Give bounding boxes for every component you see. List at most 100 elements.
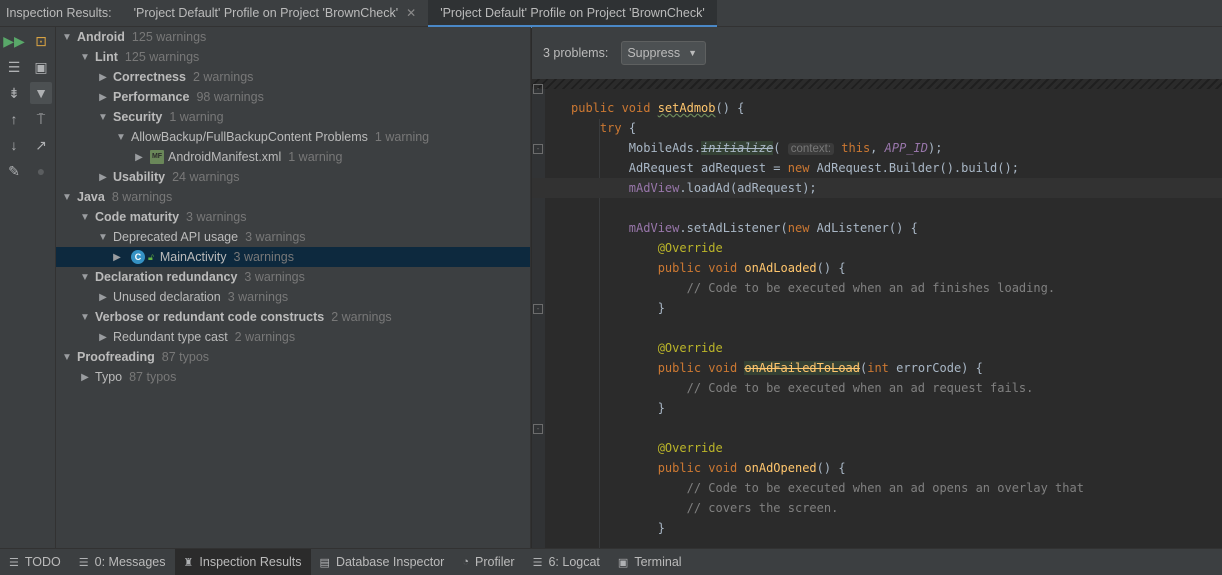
fold-icon[interactable]: - [533,424,543,434]
code-line: // Code to be executed when an ad reques… [686,381,1034,395]
code-preview[interactable]: - - - - public void setAdmob() { try { M… [532,79,1222,548]
database-icon: ▤ [319,556,330,569]
rerun-icon[interactable]: ▶▶ [3,30,25,52]
logcat-icon: ☰ [532,556,543,569]
inspection-results-title: Inspection Results: [6,6,112,20]
tab-inspection-results[interactable]: ♜ Inspection Results [174,549,311,575]
chevron-down-icon[interactable]: ▼ [78,52,92,63]
tab-database-inspector[interactable]: ▤ Database Inspector [311,549,454,575]
chevron-right-icon[interactable]: ▶ [110,252,124,263]
class-icon: C [131,250,145,264]
expand-all-icon[interactable]: ☰ [3,56,25,78]
tab-profiler[interactable]: ◔ Profiler [453,549,523,575]
chevron-right-icon[interactable]: ▶ [132,152,146,163]
tree-node-performance[interactable]: ▶ Performance 98 warnings [56,87,530,107]
lightbulb-icon: ● [36,163,46,179]
tree-node-declaration-redundancy[interactable]: ▼ Declaration redundancy 3 warnings [56,267,530,287]
tree-node-androidmanifest[interactable]: ▶ MF AndroidManifest.xml 1 warning [56,147,530,167]
chevron-right-icon[interactable]: ▶ [96,172,110,183]
list-icon: ☰ [9,556,19,569]
code-line: public void onAdFailedToLoad(int errorCo… [657,361,983,375]
preview-icon[interactable]: ▣ [30,56,52,78]
code-line: try { [599,121,637,135]
chevron-right-icon[interactable]: ▶ [96,72,110,83]
code-line: // covers the screen. [686,501,839,515]
chevron-down-icon[interactable]: ▼ [60,192,74,203]
tab-label: 'Project Default' Profile on Project 'Br… [133,6,399,20]
code-line: @Override [657,341,723,355]
xml-file-icon: MF [150,150,164,164]
tab-messages[interactable]: ☰ 0: Messages [70,549,175,575]
tree-node-security[interactable]: ▼ Security 1 warning [56,107,530,127]
code-line: MobileAds.initialize( context: this, APP… [571,141,943,155]
profiler-icon: ◔ [462,556,469,568]
tree-node-proofreading[interactable]: ▼ Proofreading 87 typos [56,347,530,367]
tab-profile-2[interactable]: 'Project Default' Profile on Project 'Br… [428,0,717,28]
export-icon[interactable]: ⊡ [30,30,52,52]
code-line: @Override [657,441,723,455]
tear-line [532,79,1222,89]
inspection-toolbar: ▶▶ ⊡ ☰ ▣ ⇟ ▼ ↑ ⍑ ↓ ↗ ✎ ● [0,27,56,548]
fold-icon[interactable]: - [533,304,543,314]
fold-icon[interactable]: - [533,144,543,154]
code-line: public void onAdOpened() { [657,461,846,475]
chevron-down-icon[interactable]: ▼ [96,232,110,243]
suppress-label: Suppress [627,46,681,60]
code-line: public void setAdmob() { [571,101,745,115]
code-line: @Override [657,241,723,255]
suppress-dropdown[interactable]: Suppress ▼ [621,41,707,65]
collapse-all-icon[interactable]: ⇟ [3,82,25,104]
code-line-current: mAdView.loadAd(adRequest); [532,178,1222,198]
chevron-down-icon[interactable]: ▼ [60,32,74,43]
tab-todo[interactable]: ☰ TODO [0,549,70,575]
code-line: } [571,401,665,415]
messages-icon: ☰ [78,556,89,569]
tree-node-lint[interactable]: ▼ Lint 125 warnings [56,47,530,67]
tree-node-verbose-code[interactable]: ▼ Verbose or redundant code constructs 2 … [56,307,530,327]
code-line: // Code to be executed when an ad opens … [686,481,1084,495]
next-icon[interactable]: ↓ [3,134,25,156]
filter-icon[interactable]: ▼ [30,82,52,104]
tree-node-java[interactable]: ▼ Java 8 warnings [56,187,530,207]
tree-node-unused-declaration[interactable]: ▶ Unused declaration 3 warnings [56,287,530,307]
settings-icon[interactable]: ✎ [3,160,25,182]
tree-node-usability[interactable]: ▶ Usability 24 warnings [56,167,530,187]
tree-node-mainactivity[interactable]: ▶ C 🔓︎ MainActivity 3 warnings [56,247,530,267]
tree-node-code-maturity[interactable]: ▼ Code maturity 3 warnings [56,207,530,227]
problems-header: 3 problems: Suppress ▼ [532,27,1222,79]
chevron-down-icon[interactable]: ▼ [78,272,92,283]
code-line: } [571,301,665,315]
chevron-right-icon[interactable]: ▶ [78,372,92,383]
lock-icon: 🔓︎ [148,251,154,262]
tab-terminal[interactable]: ▣ Terminal [609,549,691,575]
chevron-right-icon[interactable]: ▶ [96,92,110,103]
autoscroll-icon[interactable]: ⍑ [30,108,52,130]
chevron-down-icon[interactable]: ▼ [96,112,110,123]
chevron-down-icon[interactable]: ▼ [78,212,92,223]
tree-node-allowbackup[interactable]: ▼ AllowBackup/FullBackupContent Problems… [56,127,530,147]
tree-node-deprecated-api[interactable]: ▼ Deprecated API usage 3 warnings [56,227,530,247]
tree-node-redundant-cast[interactable]: ▶ Redundant type cast 2 warnings [56,327,530,347]
tab-label: 'Project Default' Profile on Project 'Br… [440,6,705,20]
tree-node-typo[interactable]: ▶ Typo 87 typos [56,367,530,387]
tree-node-correctness[interactable]: ▶ Correctness 2 warnings [56,67,530,87]
tree-node-android[interactable]: ▼ Android 125 warnings [56,27,530,47]
chevron-down-icon[interactable]: ▼ [114,132,128,143]
chevron-down-icon[interactable]: ▼ [60,352,74,363]
open-source-icon[interactable]: ↗ [30,134,52,156]
inspection-tab-bar: Inspection Results: 'Project Default' Pr… [0,0,1222,28]
tab-profile-1[interactable]: 'Project Default' Profile on Project 'Br… [122,0,429,27]
code-line: mAdView.setAdListener(new AdListener() { [628,221,918,235]
close-icon[interactable]: ✕ [406,6,416,20]
caret-down-icon: ▼ [688,48,698,58]
code-line: public void onAdLoaded() { [657,261,846,275]
tool-window-bar: ☰ TODO ☰ 0: Messages ♜ Inspection Results ▤… [0,548,1222,575]
chevron-down-icon[interactable]: ▼ [78,312,92,323]
fold-icon[interactable]: - [533,84,543,94]
code-line: } [571,521,665,535]
chevron-right-icon[interactable]: ▶ [96,332,110,343]
previous-icon[interactable]: ↑ [3,108,25,130]
inspection-icon: ♜ [183,556,194,569]
tab-logcat[interactable]: ☰ 6: Logcat [524,549,609,575]
chevron-right-icon[interactable]: ▶ [96,292,110,303]
